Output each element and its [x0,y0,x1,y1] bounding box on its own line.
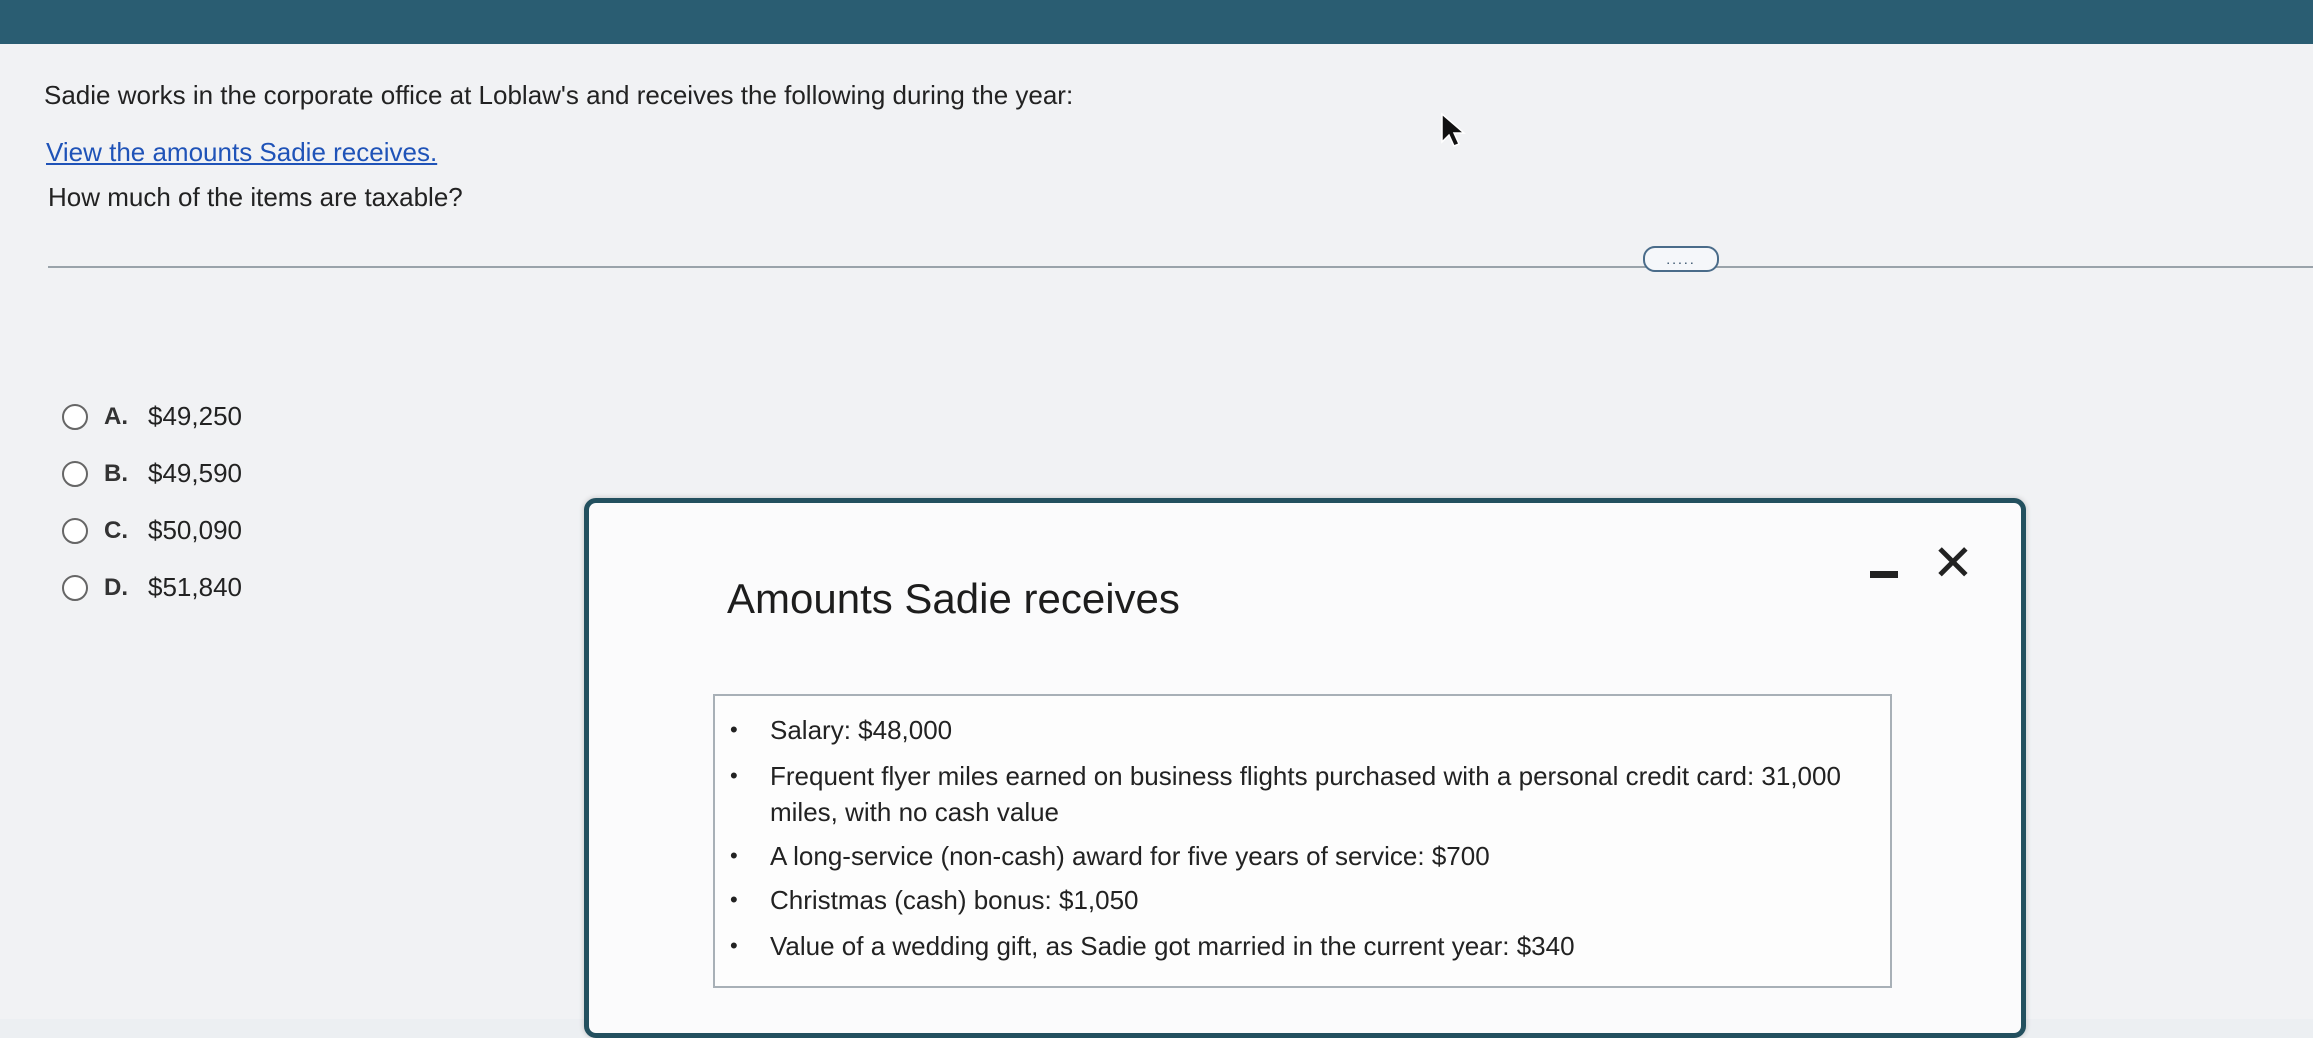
bullet-icon: • [730,887,738,912]
bullet-icon: • [730,843,738,868]
close-icon[interactable]: ✕ [1929,538,1977,588]
option-letter: C. [104,516,128,544]
minimize-icon[interactable] [1866,557,1902,587]
amounts-dialog: Amounts Sadie receives ✕ • Salary: $48,0… [584,498,2026,1038]
option-a[interactable]: A. $49,250 [62,388,242,445]
radio-empty-icon[interactable] [62,517,88,544]
mouse-cursor-icon [1441,112,1466,147]
option-b[interactable]: B. $49,590 [62,445,242,502]
option-value: $49,250 [148,401,242,431]
list-item-text: A long-service (non-cash) award for five… [770,841,1490,871]
option-value: $51,840 [148,572,242,602]
option-d[interactable]: D. $51,840 [62,559,242,616]
option-value: $50,090 [148,515,242,545]
list-item-text: Salary: $48,000 [770,715,953,745]
list-item-text: Frequent flyer miles earned on business … [770,761,1841,827]
list-item-text: Value of a wedding gift, as Sadie got ma… [770,931,1575,961]
question-prompt: How much of the items are taxable? [48,182,463,212]
answer-options: A. $49,250 B. $49,590 C. $50,090 D. $51,… [62,388,242,616]
bullet-icon: • [730,933,738,958]
expand-more-button[interactable]: ..... [1643,246,1719,272]
option-c[interactable]: C. $50,090 [62,502,242,559]
list-item-text: Christmas (cash) bonus: $1,050 [770,885,1139,915]
bullet-icon: • [730,763,738,788]
bullet-icon: • [730,717,738,742]
amounts-list: • Salary: $48,000 • Frequent flyer miles… [713,694,1892,988]
option-letter: D. [104,573,128,601]
option-letter: A. [104,402,128,430]
dialog-title: Amounts Sadie receives [727,575,1180,622]
question-text: Sadie works in the corporate office at L… [44,80,1074,110]
view-amounts-link[interactable]: View the amounts Sadie receives. [46,137,437,168]
option-letter: B. [104,459,128,487]
radio-empty-icon[interactable] [62,574,88,601]
radio-empty-icon[interactable] [62,403,88,430]
option-value: $49,590 [148,458,242,488]
radio-empty-icon[interactable] [62,460,88,487]
section-divider [48,266,2313,268]
